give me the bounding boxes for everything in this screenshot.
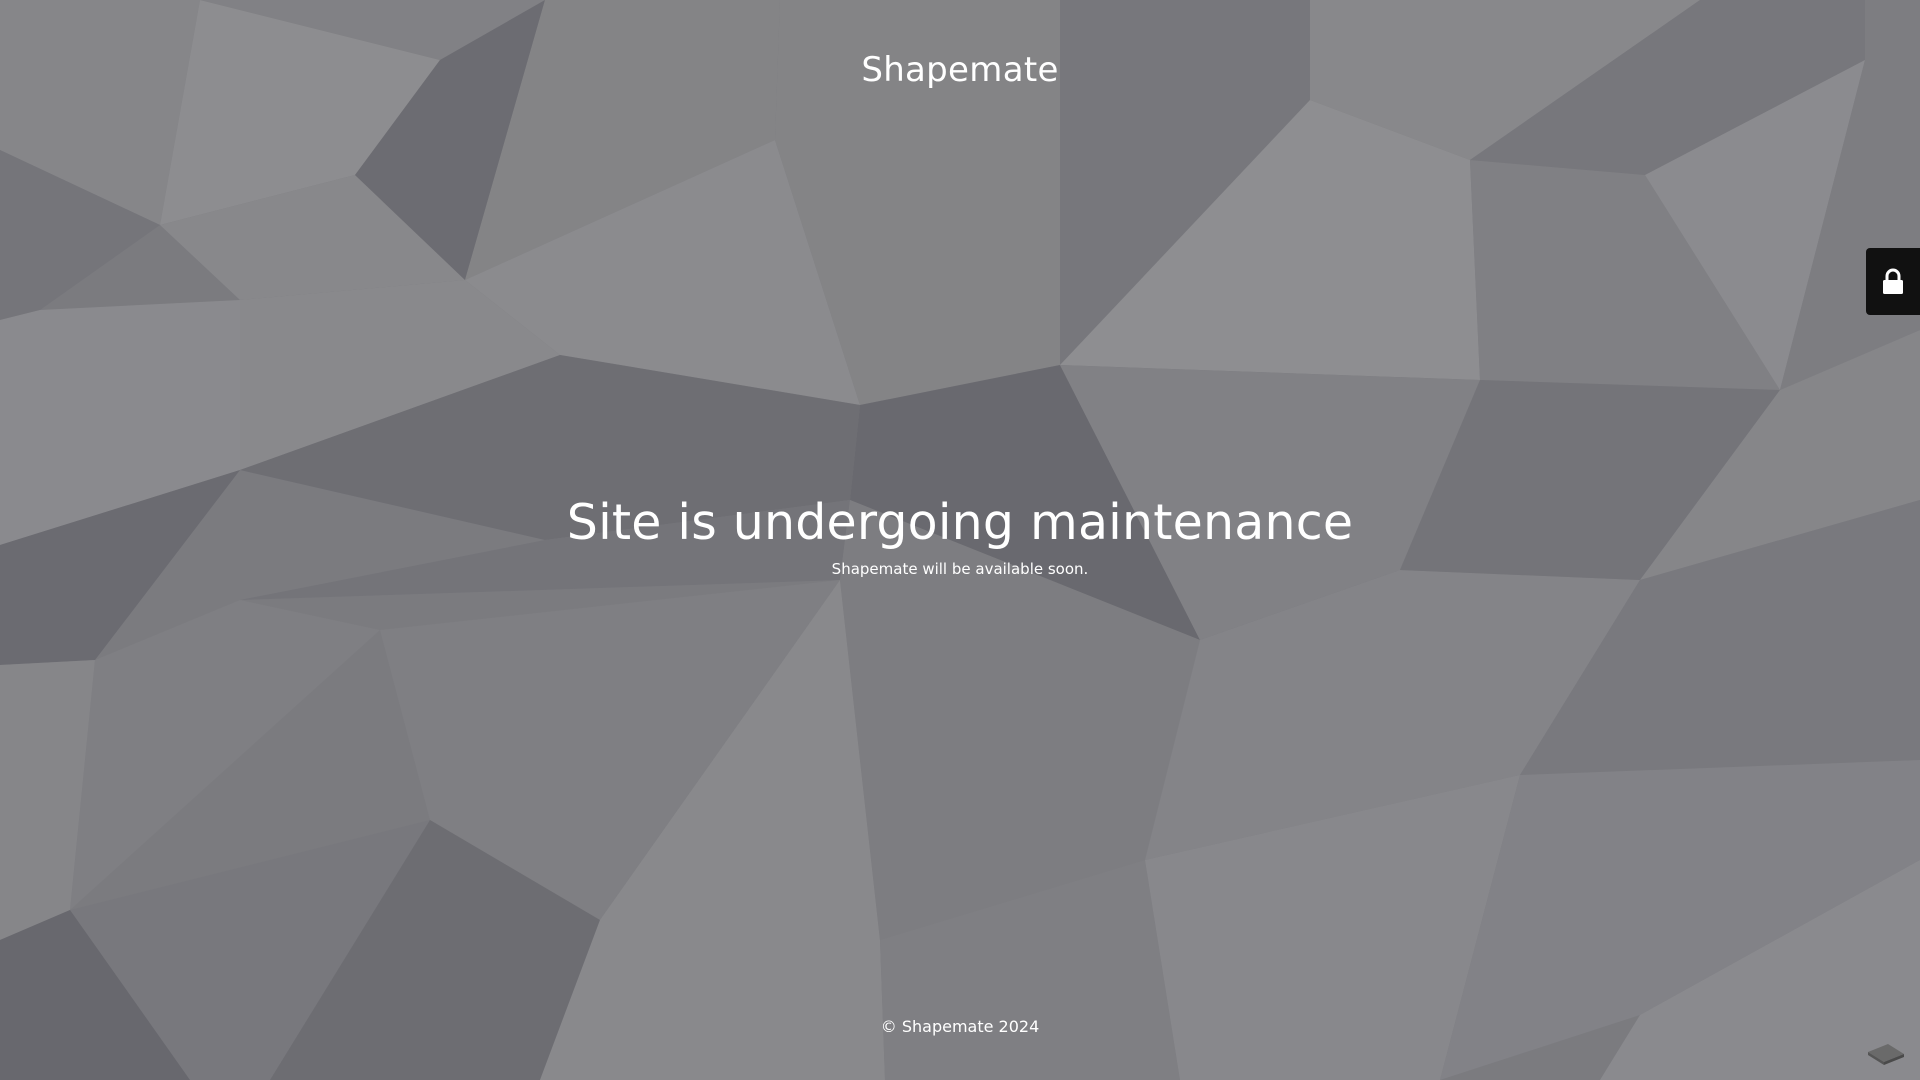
login-lock-button[interactable] xyxy=(1866,248,1920,315)
lock-icon xyxy=(1883,268,1903,294)
corner-badge-icon[interactable] xyxy=(1866,1036,1906,1066)
maintenance-headline: Site is undergoing maintenance xyxy=(566,494,1354,551)
site-title: Shapemate xyxy=(861,50,1059,90)
footer-copyright: © Shapemate 2024 xyxy=(880,1017,1040,1036)
maintenance-message: Shapemate will be available soon. xyxy=(831,560,1089,578)
maintenance-page: Shapemate Site is undergoing maintenance… xyxy=(0,0,1920,1080)
